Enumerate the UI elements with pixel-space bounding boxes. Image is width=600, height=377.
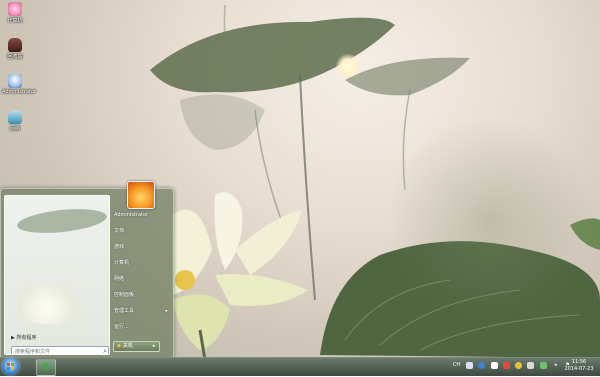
clock-date: 2014-07-23 (564, 366, 594, 372)
antivirus-icon[interactable] (502, 361, 510, 369)
recycle-bin-icon (8, 38, 22, 52)
search-icon[interactable]: ⌕ (103, 347, 107, 354)
start-item-computer[interactable]: 计算机 (112, 255, 172, 271)
tray-app-icon[interactable] (490, 361, 498, 369)
computer-icon (8, 2, 22, 16)
mist (380, 120, 600, 320)
submenu-arrow-icon: ▸ (165, 308, 168, 314)
system-tray: CH ◂ ⚑ (452, 361, 574, 373)
start-item-user-folder[interactable]: Administrator (112, 207, 172, 223)
desktop-icon-computer[interactable]: 计算机 (2, 2, 28, 24)
battery-icon[interactable] (539, 361, 547, 369)
taskbar-app-label: S (42, 362, 50, 373)
start-item-label: 管理工具 (114, 308, 135, 314)
desktop-icon-label: 计算机 (7, 18, 23, 24)
start-item-documents[interactable]: 文档 (112, 223, 172, 239)
taskbar-app-button[interactable]: S (36, 359, 56, 376)
windows-logo-icon (7, 363, 14, 370)
start-item-games[interactable]: 游戏 (112, 239, 172, 255)
system-clock[interactable]: 11:56 2014-07-23 (560, 359, 598, 373)
start-item-run[interactable]: 运行... (112, 319, 172, 335)
start-search-box[interactable]: ⌕ (11, 346, 109, 354)
start-item-label: 控制面板 (114, 292, 135, 298)
taskbar: S CH ◂ ⚑ 11:56 2014-07-23 (0, 357, 600, 376)
programs-pane-artwork (16, 205, 108, 237)
start-menu-right-list: Administrator 文档 游戏 计算机 网络 控制面板 管理工具 ▸ 运行… (112, 207, 172, 335)
desktop-icon-recycle-bin[interactable]: 回收站 (2, 38, 28, 60)
start-item-network[interactable]: 网络 (112, 271, 172, 287)
chevron-right-icon: ▸ (152, 343, 156, 349)
desktop-icon-label: Administrator (2, 89, 37, 95)
desktop-icon-administrator[interactable]: Administrator (2, 74, 37, 95)
clock-time: 11:56 (571, 359, 587, 365)
programs-pane-flower (15, 284, 85, 324)
user-folder-icon (8, 74, 22, 88)
ime-indicator[interactable]: CH (452, 362, 461, 369)
shutdown-options-button[interactable]: ▸ (149, 341, 160, 352)
keyboard-icon[interactable] (466, 361, 474, 369)
programs-pane: ▶ 所有程序 ⌕ (4, 195, 110, 355)
start-item-label: 文档 (114, 228, 125, 234)
start-item-label: 运行... (114, 324, 129, 330)
shutdown-label: 关机 (122, 343, 133, 349)
user-picture[interactable] (127, 181, 155, 209)
start-item-label: 计算机 (114, 260, 130, 266)
globe-icon[interactable] (478, 361, 486, 369)
desktop-icon-label: 网络 (9, 126, 20, 132)
start-item-label: 游戏 (114, 244, 125, 250)
start-menu: ▶ 所有程序 ⌕ Administrator 文档 游戏 计算机 网络 控制面板… (0, 181, 174, 360)
start-item-admin-tools[interactable]: 管理工具 ▸ (112, 303, 172, 319)
sun-glow (336, 54, 360, 78)
all-programs-label: 所有程序 (16, 335, 37, 341)
shutdown-button[interactable]: ◆ 关机 (113, 341, 151, 352)
start-item-label: 网络 (114, 276, 125, 282)
tray-shield-icon[interactable] (515, 361, 523, 369)
desktop-icon-network[interactable]: 网络 (2, 110, 28, 132)
network-icon (8, 110, 22, 124)
start-button[interactable] (2, 358, 19, 375)
shield-icon: ◆ (117, 343, 121, 349)
all-programs-link[interactable]: ▶ 所有程序 (11, 334, 36, 341)
desktop-icon-label: 回收站 (7, 54, 23, 60)
volume-icon[interactable]: ◂ (552, 362, 559, 369)
network-status-icon[interactable] (527, 361, 535, 369)
start-item-label: Administrator (114, 212, 149, 218)
start-item-control-panel[interactable]: 控制面板 (112, 287, 172, 303)
start-search-input[interactable] (12, 347, 99, 354)
